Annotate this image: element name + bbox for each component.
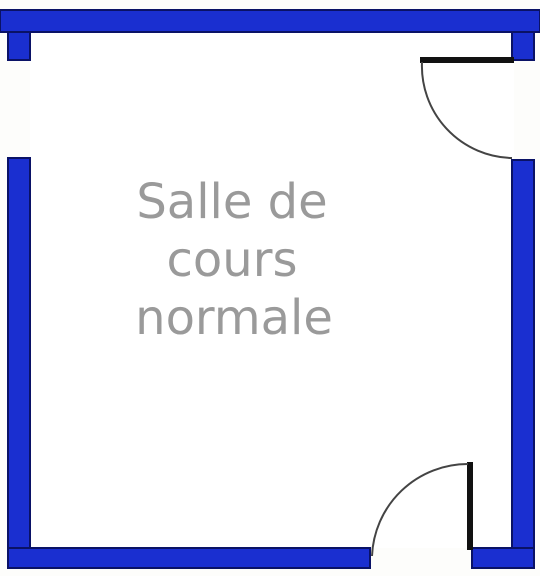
room-label-line-2: cours bbox=[167, 232, 298, 288]
bottom-wall-right bbox=[471, 547, 535, 569]
top-right-wall-stub bbox=[511, 31, 535, 61]
top-wall bbox=[0, 9, 540, 33]
room-label-line-3: normale bbox=[135, 290, 333, 346]
floor-plan: Salle de cours normale bbox=[0, 9, 540, 569]
left-wall bbox=[7, 157, 31, 569]
right-wall bbox=[511, 159, 535, 569]
room-label-line-1: Salle de bbox=[136, 174, 327, 230]
bottom-wall-left bbox=[7, 547, 371, 569]
top-left-wall-stub bbox=[7, 31, 31, 61]
